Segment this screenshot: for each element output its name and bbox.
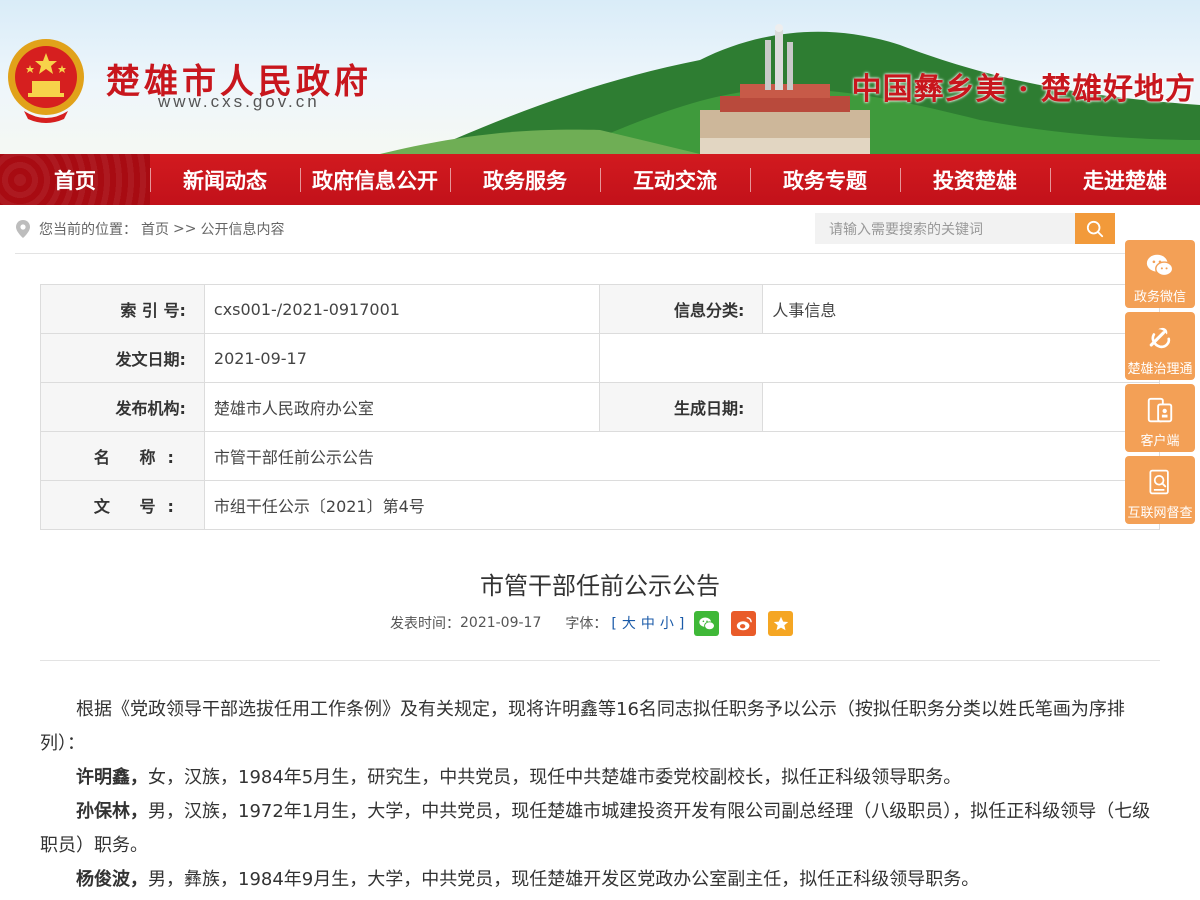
document-info-table: 索 引 号: cxs001-/2021-0917001 信息分类: 人事信息 发… [40,284,1161,530]
font-size-label: 字体： [565,616,608,632]
person-name: 孙保林， [76,801,148,822]
publish-date: 2021-09-17 [460,615,542,631]
category-label: 信息分类: [598,284,764,334]
person-desc: 男，彝族，1984年9月生，大学，中共党员，现任楚雄开发区党政办公室副主任，拟任… [148,869,980,890]
share-weibo-button[interactable] [731,611,756,636]
search-input[interactable]: 请输入需要搜索的关键词 [815,213,1075,244]
name-label: 名 称: [40,431,205,481]
list-item: 杨俊波，男，彝族，1984年9月生，大学，中共党员，现任楚雄开发区党政办公室副主… [40,863,1160,897]
empty-cell [598,333,1161,383]
table-row: 文 号: 市组干任公示〔2021〕第4号 [40,480,1161,530]
divider [15,253,1160,254]
wechat-icon [1146,254,1174,277]
slogan: 中国彝乡美 · 楚雄好地方 [851,72,1196,107]
location-pin-icon [16,220,30,238]
person-desc: 女，汉族，1984年5月生，研究生，中共党员，现任中共楚雄市委党校副校长，拟任正… [148,767,962,788]
breadcrumb-home[interactable]: 首页 [141,219,169,239]
float-label: 政务微信 [1133,290,1186,305]
doc-no-value: 市组干任公示〔2021〕第4号 [203,480,1161,530]
nav-gov-info-disclosure[interactable]: 政府信息公开 [300,154,450,205]
font-medium-button[interactable]: 中 [641,616,656,632]
issue-date-value: 2021-09-17 [203,333,600,383]
weibo-icon [736,616,752,630]
table-row: 发文日期: 2021-09-17 [40,333,1161,383]
search-icon [1086,220,1104,237]
national-emblem-icon [8,39,84,123]
mobile-app-icon [1147,397,1173,423]
wechat-icon [698,617,715,630]
nav-invest[interactable]: 投资楚雄 [900,154,1050,205]
effective-date-label: 生成日期: [598,382,764,432]
effective-date-value [762,382,1160,432]
font-large-button[interactable]: 大 [622,616,637,632]
float-client-button[interactable]: 客户端 [1125,384,1195,452]
person-name: 杨俊波， [76,869,148,890]
search-button[interactable] [1075,213,1115,244]
person-name: 许明鑫， [76,767,148,788]
site-url: www.cxs.gov.cn [158,92,320,111]
index-label: 索 引 号: [40,284,205,334]
font-size-switcher: [大中小] [609,613,687,633]
breadcrumb: 您当前的位置： 首页 >> 公开信息内容 [16,219,288,239]
nav-news[interactable]: 新闻动态 [150,154,300,205]
article-title: 市管干部任前公示公告 [480,572,720,600]
list-item: 许明鑫，女，汉族，1984年5月生，研究生，中共党员，现任中共楚雄市委党校副校长… [40,761,1160,795]
nav-about[interactable]: 走进楚雄 [1050,154,1200,205]
party-emblem-icon [1149,327,1171,349]
table-row: 名 称: 市管干部任前公示公告 [40,431,1161,481]
person-desc: 男，汉族，1972年1月生，大学，中共党员，现任楚雄市城建投资开发有限公司副总经… [40,801,1151,856]
category-value: 人事信息 [762,284,1160,334]
publish-label: 发表时间： [390,616,460,632]
header-banner: 楚雄市人民政府 www.cxs.gov.cn 中国彝乡美 · 楚雄好地方 [0,0,1200,154]
font-bracket-close: ] [678,616,686,632]
main-nav: 首页 新闻动态 政府信息公开 政务服务 互动交流 政务专题 投资楚雄 走进楚雄 [0,154,1200,205]
float-label: 楚雄治理通 [1127,362,1193,377]
font-bracket-open: [ [611,616,618,632]
divider [40,660,1160,661]
list-item: 孙保林，男，汉族，1972年1月生，大学，中共党员，现任楚雄市城建投资开发有限公… [40,795,1160,863]
float-governance-button[interactable]: 楚雄治理通 [1125,312,1195,380]
breadcrumb-prefix: 您当前的位置： [39,222,137,238]
font-small-button[interactable]: 小 [660,616,675,632]
index-value: cxs001-/2021-0917001 [203,284,600,334]
star-icon [773,616,788,630]
name-value: 市管干部任前公示公告 [203,431,1161,481]
inspection-icon [1149,469,1169,495]
publisher-value: 楚雄市人民政府办公室 [203,382,600,432]
nav-interaction[interactable]: 互动交流 [600,154,750,205]
nav-special-topics[interactable]: 政务专题 [750,154,900,205]
favorite-button[interactable] [768,611,793,636]
float-wechat-button[interactable]: 政务微信 [1125,240,1195,308]
table-row: 索 引 号: cxs001-/2021-0917001 信息分类: 人事信息 [40,284,1160,334]
table-row: 发布机构: 楚雄市人民政府办公室 生成日期: [40,382,1160,432]
breadcrumb-separator: >> [173,221,197,237]
share-wechat-button[interactable] [694,611,719,636]
float-label: 互联网督查 [1127,506,1193,521]
doc-no-label: 文 号: [40,480,205,530]
float-supervision-button[interactable]: 互联网督查 [1125,456,1195,524]
article-meta: 发表时间： 2021-09-17 字体： [大中小] [390,611,687,635]
article-intro: 根据《党政领导干部选拔任用工作条例》及有关规定，现将许明鑫等16名同志拟任职务予… [40,699,1125,754]
breadcrumb-current[interactable]: 公开信息内容 [200,219,284,239]
nav-home[interactable]: 首页 [0,154,150,205]
issue-date-label: 发文日期: [40,333,205,383]
article-body: 根据《党政领导干部选拔任用工作条例》及有关规定，现将许明鑫等16名同志拟任职务予… [40,693,1160,897]
nav-gov-services[interactable]: 政务服务 [450,154,600,205]
publisher-label: 发布机构: [40,382,205,432]
float-label: 客户端 [1140,434,1180,449]
